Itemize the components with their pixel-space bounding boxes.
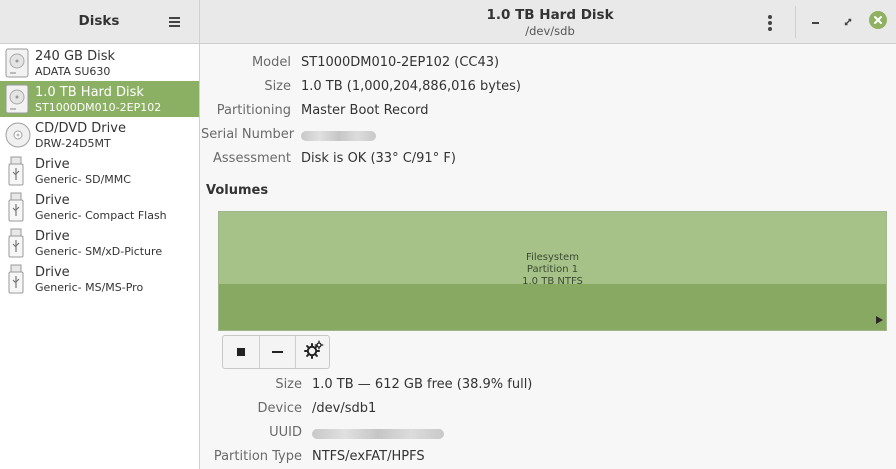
size-label: Size	[264, 79, 291, 94]
more-options-icon[interactable]	[760, 12, 780, 32]
sidebar-item-sublabel: Generic- SM/xD-Picture	[35, 245, 163, 258]
usb-drive-icon	[5, 156, 29, 186]
usb-drive-icon	[5, 228, 29, 258]
sidebar-item-label: Drive	[35, 265, 70, 280]
hard-disk-icon	[5, 48, 29, 78]
optical-disc-icon	[5, 120, 31, 150]
partition-type-value: NTFS/exFAT/HPFS	[312, 449, 425, 464]
sidebar: 240 GB Disk ADATA SU630 1.0 TB Hard Disk…	[0, 44, 200, 469]
sidebar-item-sublabel: DRW-24D5MT	[35, 137, 111, 150]
serial-number-redacted	[301, 131, 376, 141]
assessment-value: Disk is OK (33° C/91° F)	[301, 151, 456, 166]
serial-number-label: Serial Number	[201, 127, 295, 142]
partition-usage-bar	[219, 284, 886, 330]
sidebar-item-drive-compact-flash[interactable]: Drive Generic- Compact Flash	[0, 189, 199, 225]
partition-type-label: Partition Type	[213, 449, 302, 464]
sidebar-item-label: 240 GB Disk	[35, 49, 115, 64]
header-divider	[795, 6, 796, 38]
restore-icon[interactable]	[838, 12, 858, 32]
sidebar-item-label: CD/DVD Drive	[35, 121, 126, 136]
sidebar-item-sublabel: ST1000DM010-2EP102	[35, 101, 162, 114]
partition-filesystem-label: Filesystem	[526, 252, 579, 263]
partition-options-button[interactable]	[295, 336, 331, 368]
window-title: 1.0 TB Hard Disk /dev/sdb	[200, 7, 896, 38]
uuid-label: UUID	[269, 425, 302, 440]
volume-map: Filesystem Partition 1 1.0 TB NTFS	[218, 211, 887, 331]
sidebar-item-sublabel: Generic- MS/MS-Pro	[35, 281, 144, 294]
partitioning-value: Master Boot Record	[301, 103, 429, 118]
gear-icon	[304, 340, 324, 359]
size-value: 1.0 TB (1,000,204,886,016 bytes)	[301, 79, 521, 94]
model-label: Model	[251, 55, 291, 70]
sidebar-item-label: Drive	[35, 193, 70, 208]
disk-device-path: /dev/sdb	[525, 24, 575, 38]
hamburger-menu-icon[interactable]	[165, 12, 185, 32]
sidebar-item-drive-sm-xd-picture[interactable]: Drive Generic- SM/xD-Picture	[0, 225, 199, 261]
sidebar-item-drive-sd-mmc[interactable]: Drive Generic- SD/MMC	[0, 153, 199, 189]
partition-size-value: 1.0 TB — 612 GB free (38.9% full)	[312, 377, 533, 392]
sidebar-item-1tb-hard-disk[interactable]: 1.0 TB Hard Disk ST1000DM010-2EP102	[0, 81, 199, 117]
usb-drive-icon	[5, 264, 29, 294]
partitioning-label: Partitioning	[216, 103, 291, 118]
sidebar-item-sublabel: ADATA SU630	[35, 65, 111, 78]
header-bar: Disks 1.0 TB Hard Disk /dev/sdb	[0, 0, 896, 44]
partition-size-label: 1.0 TB NTFS	[522, 276, 583, 287]
sidebar-item-cd-dvd-drive[interactable]: CD/DVD Drive DRW-24D5MT	[0, 117, 199, 153]
disk-title: 1.0 TB Hard Disk	[486, 7, 614, 23]
sidebar-item-label: Drive	[35, 157, 70, 172]
sidebar-item-label: 1.0 TB Hard Disk	[35, 85, 144, 100]
sidebar-item-sublabel: Generic- Compact Flash	[35, 209, 167, 222]
model-value: ST1000DM010-2EP102 (CC43)	[301, 55, 500, 70]
delete-partition-button[interactable]	[259, 336, 295, 368]
sidebar-item-label: Drive	[35, 229, 70, 244]
uuid-redacted	[312, 429, 444, 439]
device-label: Device	[257, 401, 302, 416]
minimize-icon[interactable]	[806, 12, 826, 32]
volume-toolbar	[222, 335, 330, 369]
partition-name-label: Partition 1	[526, 264, 579, 275]
sidebar-item-240gb-disk[interactable]: 240 GB Disk ADATA SU630	[0, 45, 199, 81]
hard-disk-icon	[5, 84, 29, 114]
volumes-heading: Volumes	[206, 183, 269, 198]
assessment-label: Assessment	[213, 151, 291, 166]
unmount-button[interactable]	[223, 336, 259, 368]
device-value: /dev/sdb1	[312, 401, 377, 416]
disk-details-panel: Model ST1000DM010-2EP102 (CC43) Size 1.0…	[201, 45, 896, 469]
sidebar-header: Disks	[0, 0, 200, 44]
sidebar-item-drive-ms-pro[interactable]: Drive Generic- MS/MS-Pro	[0, 261, 199, 297]
stop-icon	[237, 348, 245, 356]
usb-drive-icon	[5, 192, 29, 222]
minus-icon	[272, 351, 283, 353]
play-arrow-icon	[876, 316, 883, 324]
close-icon[interactable]	[869, 11, 887, 29]
partition-size-field-label: Size	[275, 377, 302, 392]
sidebar-item-sublabel: Generic- SD/MMC	[35, 173, 131, 186]
